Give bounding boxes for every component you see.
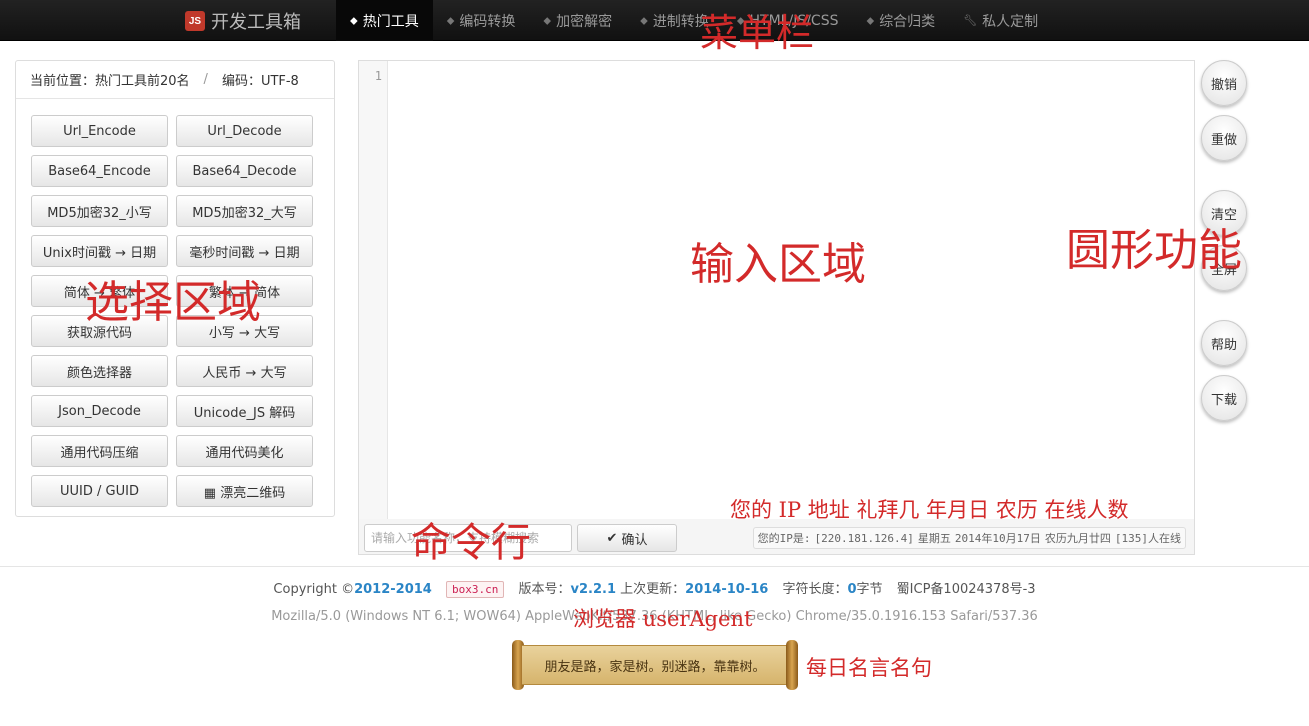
tool-button-uuid-guid[interactable]: UUID / GUID: [31, 475, 168, 507]
top-navbar: JS 开发工具箱 ⬥ 热门工具 ⬥ 编码转换 ⬥ 加密解密 ⬥ 进制转换 ⬥ H…: [0, 0, 1309, 41]
nav-item-label: 热门工具: [362, 13, 419, 30]
confirm-label: 确认: [621, 532, 648, 548]
tool-button-url-encode[interactable]: Url_Encode: [31, 115, 168, 147]
nav-item-label: 私人定制: [982, 13, 1039, 30]
confirm-button[interactable]: ✔ 确认: [577, 524, 677, 552]
ip-address: [220.181.126.4]: [814, 531, 914, 545]
daily-quote: 朋友是路，家是树。别迷路，靠靠树。: [522, 645, 788, 685]
nav-menu: ⬥ 热门工具 ⬥ 编码转换 ⬥ 加密解密 ⬥ 进制转换 ⬥ HTML/JS/CS…: [336, 0, 1052, 41]
nav-item-label: 综合归类: [879, 13, 936, 30]
tag-icon: ⬥: [543, 13, 552, 27]
tool-button-base64-encode[interactable]: Base64_Encode: [31, 155, 168, 187]
annotation-menu-bar: 菜单栏: [700, 11, 815, 55]
undo-button[interactable]: 撤销: [1201, 60, 1247, 106]
length-unit: 字节: [856, 582, 883, 597]
tool-button-unix-timestamp[interactable]: Unix时间戳 → 日期: [31, 235, 168, 267]
brand-title: 开发工具箱: [211, 12, 301, 33]
breadcrumb-separator: /: [203, 72, 208, 87]
help-button[interactable]: 帮助: [1201, 320, 1247, 366]
tool-button-json-decode[interactable]: Json_Decode: [31, 395, 168, 427]
nav-item-hot-tools[interactable]: ⬥ 热门工具: [336, 0, 433, 41]
annotation-user-agent: 浏览器 userAgent: [573, 607, 753, 631]
tool-button-md5-lower[interactable]: MD5加密32_小写: [31, 195, 168, 227]
tool-button-ms-timestamp[interactable]: 毫秒时间戳 → 日期: [176, 235, 313, 267]
domain-badge[interactable]: box3.cn: [445, 581, 505, 598]
tool-button-color-picker[interactable]: 颜色选择器: [31, 355, 168, 387]
tool-button-base64-decode[interactable]: Base64_Decode: [176, 155, 313, 187]
breadcrumb-encoding: 编码：UTF-8: [221, 74, 299, 89]
annotation-input-area: 输入区域: [690, 239, 866, 290]
annotation-command-line: 命令行: [411, 520, 531, 566]
check-icon: ✔: [606, 530, 618, 546]
tag-icon: ⬥: [640, 13, 648, 27]
tool-button-code-compress[interactable]: 通用代码压缩: [31, 435, 168, 467]
scroll-roll-icon: [786, 640, 798, 690]
nav-item-custom[interactable]: 🔧︎ 私人定制: [949, 0, 1052, 41]
breadcrumb-location: 当前位置：热门工具前20名: [30, 74, 190, 89]
icp-link[interactable]: 蜀ICP备10024378号-3: [897, 582, 1036, 597]
annotation-info: 您的 IP 地址 礼拜几 年月日 农历 在线人数: [730, 498, 1129, 522]
visitor-info: 您的IP是: [220.181.126.4] 星期五 2014年10月17日 农…: [752, 527, 1186, 549]
tool-button-code-beautify[interactable]: 通用代码美化: [176, 435, 313, 467]
tool-button-rmb-upper[interactable]: 人民币 → 大写: [176, 355, 313, 387]
lunar-date: 农历九月廿四: [1044, 532, 1111, 545]
copyright-years: 2012-2014: [354, 582, 432, 597]
brand[interactable]: JS 开发工具箱: [185, 8, 301, 34]
footer-divider: [0, 566, 1309, 567]
tag-icon: ⬥: [866, 13, 875, 27]
updated-label: 上次更新：: [620, 582, 686, 597]
editor-gutter: 1: [359, 61, 388, 519]
tool-button-md5-upper[interactable]: MD5加密32_大写: [176, 195, 313, 227]
version-value: v2.2.1: [570, 582, 617, 597]
js-logo-icon: JS: [185, 11, 205, 31]
tag-icon: ⬥: [350, 13, 358, 27]
line-number: 1: [374, 69, 382, 83]
date: 2014年10月17日: [954, 532, 1041, 545]
breadcrumb: 当前位置：热门工具前20名 / 编码：UTF-8: [16, 61, 334, 99]
download-button[interactable]: 下载: [1201, 375, 1247, 421]
nav-item-misc[interactable]: ⬥ 综合归类: [852, 0, 949, 41]
footer-info: Copyright ©2012-2014 box3.cn 版本号：v2.2.1 …: [0, 578, 1309, 598]
redo-button[interactable]: 重做: [1201, 115, 1247, 161]
online-count: [135]人在线: [1114, 532, 1181, 545]
nav-item-label: 加密解密: [556, 13, 613, 30]
weekday: 星期五: [917, 532, 951, 545]
tool-button-unicode-js-decode[interactable]: Unicode_JS 解码: [176, 395, 313, 427]
updated-value: 2014-10-16: [685, 582, 769, 597]
tag-icon: ⬥: [446, 13, 455, 27]
nav-item-encoding[interactable]: ⬥ 编码转换: [433, 0, 530, 41]
wrench-icon: 🔧︎: [963, 14, 978, 27]
quote-scroll: 朋友是路，家是树。别迷路，靠靠树。: [512, 640, 798, 690]
length-value: 0: [847, 582, 857, 597]
annotation-daily-quote: 每日名言名句: [806, 656, 932, 680]
annotation-round-functions: 圆形功能: [1066, 225, 1242, 276]
annotation-select-area: 选择区域: [85, 277, 261, 328]
version-label: 版本号：: [518, 582, 571, 597]
copyright: Copyright ©: [273, 582, 355, 597]
length-label: 字符长度：: [782, 582, 848, 597]
tool-button-url-decode[interactable]: Url_Decode: [176, 115, 313, 147]
nav-item-label: 编码转换: [459, 13, 516, 30]
tool-button-qrcode[interactable]: ▦ 漂亮二维码: [176, 475, 313, 507]
nav-item-crypto[interactable]: ⬥ 加密解密: [529, 0, 626, 41]
ip-label: 您的IP是:: [757, 532, 811, 545]
